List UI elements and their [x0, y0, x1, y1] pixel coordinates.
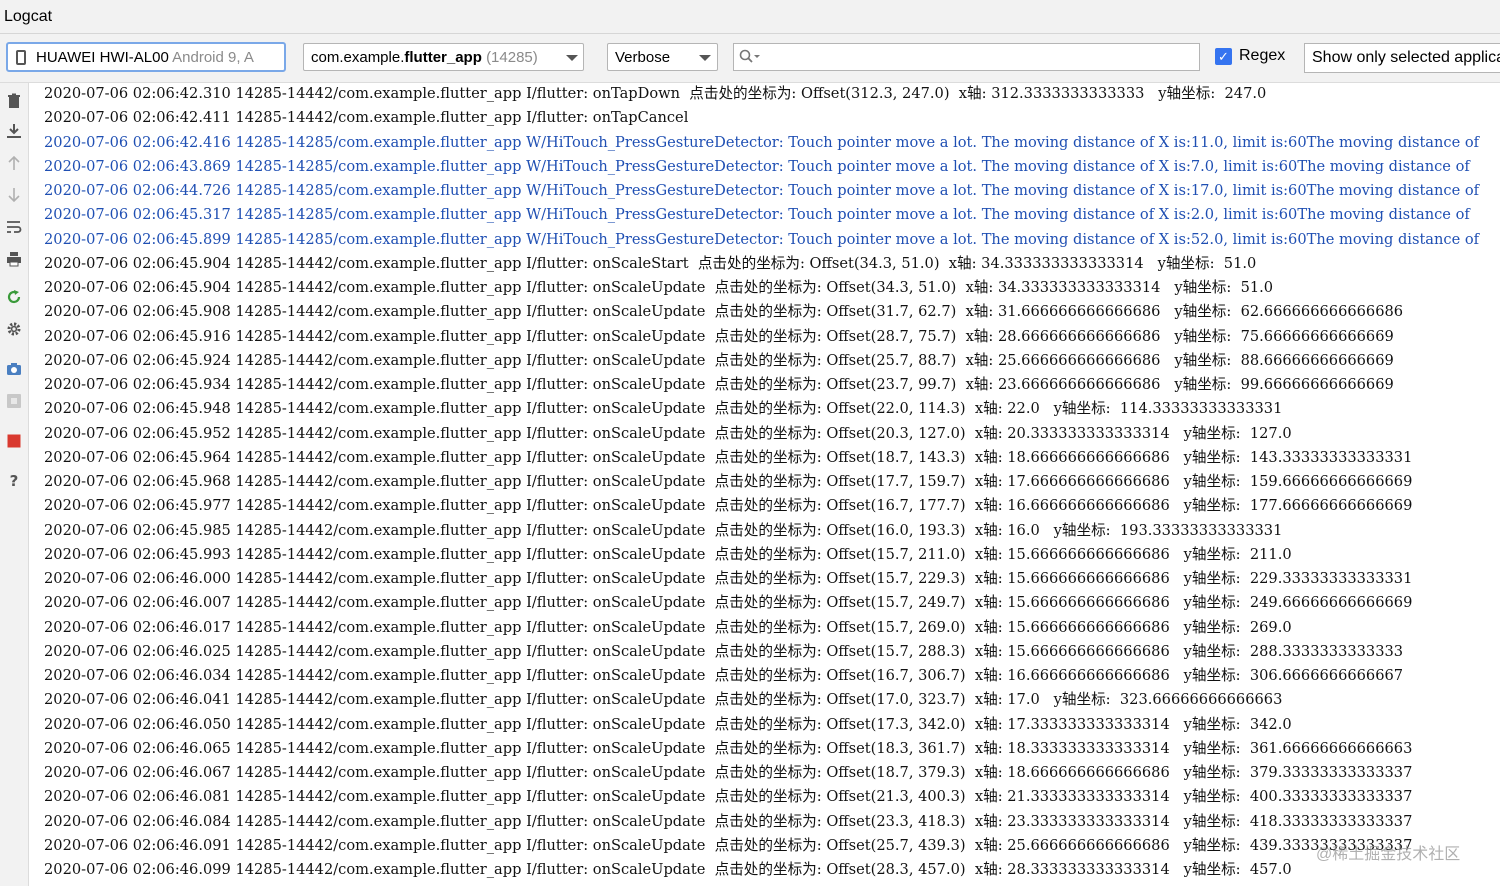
log-line[interactable]: 2020-07-06 02:06:46.007 14285-14442/com.…	[44, 591, 1412, 615]
process-select[interactable]: com.example.flutter_app (14285)	[303, 43, 584, 71]
restart-icon[interactable]	[6, 289, 22, 305]
log-line[interactable]: 2020-07-06 02:06:45.904 14285-14442/com.…	[44, 276, 1273, 300]
logcat-toolbar: HUAWEI HWI-AL00 Android 9, A com.example…	[0, 34, 1500, 83]
log-output[interactable]: 2020-07-06 02:06:42.310 14285-14442/com.…	[29, 83, 1500, 886]
process-label: com.example.flutter_app (14285)	[311, 49, 538, 66]
log-line[interactable]: 2020-07-06 02:06:46.091 14285-14442/com.…	[44, 834, 1412, 858]
log-line[interactable]: 2020-07-06 02:06:46.025 14285-14442/com.…	[44, 640, 1403, 664]
settings-icon[interactable]	[6, 321, 22, 337]
log-line[interactable]: 2020-07-06 02:06:45.948 14285-14442/com.…	[44, 397, 1282, 421]
search-icon[interactable]	[739, 49, 761, 65]
log-line[interactable]: 2020-07-06 02:06:46.099 14285-14442/com.…	[44, 858, 1292, 882]
log-line[interactable]: 2020-07-06 02:06:42.411 14285-14442/com.…	[44, 106, 688, 130]
log-line[interactable]: 2020-07-06 02:06:45.968 14285-14442/com.…	[44, 470, 1412, 494]
chevron-down-icon	[566, 55, 578, 61]
device-name: HUAWEI HWI-AL00	[36, 49, 169, 66]
process-pid: (14285)	[486, 49, 538, 66]
regex-label: Regex	[1239, 47, 1286, 64]
filter-value: Show only selected applica	[1312, 49, 1500, 66]
watermark: @稀土掘金技术社区	[1316, 846, 1461, 863]
phone-icon	[16, 50, 26, 65]
trash-icon[interactable]	[6, 93, 22, 109]
process-name-prefix: com.example.	[311, 49, 405, 66]
log-line[interactable]: 2020-07-06 02:06:45.934 14285-14442/com.…	[44, 373, 1394, 397]
device-os: Android 9, A	[172, 49, 254, 66]
screenshot-icon[interactable]	[6, 361, 22, 377]
log-line[interactable]: 2020-07-06 02:06:46.067 14285-14442/com.…	[44, 761, 1412, 785]
scroll-to-end-icon[interactable]	[6, 123, 22, 139]
log-level-value: Verbose	[615, 49, 671, 66]
device-select[interactable]: HUAWEI HWI-AL00 Android 9, A	[6, 42, 286, 72]
log-line[interactable]: 2020-07-06 02:06:45.964 14285-14442/com.…	[44, 446, 1412, 470]
stop-icon[interactable]	[6, 433, 22, 449]
help-icon[interactable]: ?	[6, 473, 22, 489]
search-box	[733, 43, 1200, 71]
log-line[interactable]: 2020-07-06 02:06:45.952 14285-14442/com.…	[44, 422, 1292, 446]
log-line[interactable]: 2020-07-06 02:06:45.908 14285-14442/com.…	[44, 300, 1403, 324]
soft-wrap-icon[interactable]	[6, 219, 22, 235]
log-line[interactable]: 2020-07-06 02:06:46.017 14285-14442/com.…	[44, 616, 1292, 640]
log-line[interactable]: 2020-07-06 02:06:44.726 14285-14285/com.…	[44, 179, 1479, 203]
chevron-down-icon	[699, 55, 711, 61]
log-line[interactable]: 2020-07-06 02:06:46.034 14285-14442/com.…	[44, 664, 1403, 688]
process-name-bold: flutter_app	[404, 49, 482, 66]
regex-checkbox[interactable]: ✓	[1215, 48, 1232, 65]
search-input[interactable]	[762, 47, 1196, 69]
log-line[interactable]: 2020-07-06 02:06:45.993 14285-14442/com.…	[44, 543, 1292, 567]
log-line[interactable]: 2020-07-06 02:06:45.317 14285-14285/com.…	[44, 203, 1470, 227]
down-arrow-icon[interactable]	[6, 187, 22, 203]
log-line[interactable]: 2020-07-06 02:06:42.310 14285-14442/com.…	[44, 83, 1266, 106]
log-line[interactable]: 2020-07-06 02:06:45.924 14285-14442/com.…	[44, 349, 1394, 373]
log-line[interactable]: 2020-07-06 02:06:46.000 14285-14442/com.…	[44, 567, 1412, 591]
log-line[interactable]: 2020-07-06 02:06:46.041 14285-14442/com.…	[44, 688, 1282, 712]
log-line[interactable]: 2020-07-06 02:06:45.899 14285-14285/com.…	[44, 228, 1479, 252]
log-level-select[interactable]: Verbose	[607, 43, 718, 71]
log-line[interactable]: 2020-07-06 02:06:45.916 14285-14442/com.…	[44, 325, 1394, 349]
device-label: HUAWEI HWI-AL00 Android 9, A	[36, 49, 254, 66]
log-line[interactable]: 2020-07-06 02:06:45.977 14285-14442/com.…	[44, 494, 1412, 518]
log-line[interactable]: 2020-07-06 02:06:43.869 14285-14285/com.…	[44, 155, 1470, 179]
log-line[interactable]: 2020-07-06 02:06:42.416 14285-14285/com.…	[44, 131, 1479, 155]
screen-record-icon[interactable]	[6, 393, 22, 409]
log-line[interactable]: 2020-07-06 02:06:46.065 14285-14442/com.…	[44, 737, 1412, 761]
log-line[interactable]: 2020-07-06 02:06:45.904 14285-14442/com.…	[44, 252, 1256, 276]
side-toolbar: ?	[0, 83, 29, 886]
title-bar: Logcat	[0, 0, 1500, 34]
print-icon[interactable]	[6, 251, 22, 267]
filter-select[interactable]: Show only selected applica	[1304, 43, 1500, 73]
log-line[interactable]: 2020-07-06 02:06:45.985 14285-14442/com.…	[44, 519, 1282, 543]
log-line[interactable]: 2020-07-06 02:06:46.081 14285-14442/com.…	[44, 785, 1412, 809]
log-line[interactable]: 2020-07-06 02:06:46.050 14285-14442/com.…	[44, 713, 1292, 737]
up-arrow-icon[interactable]	[6, 155, 22, 171]
log-line[interactable]: 2020-07-06 02:06:46.084 14285-14442/com.…	[44, 810, 1412, 834]
window-title: Logcat	[4, 8, 53, 25]
